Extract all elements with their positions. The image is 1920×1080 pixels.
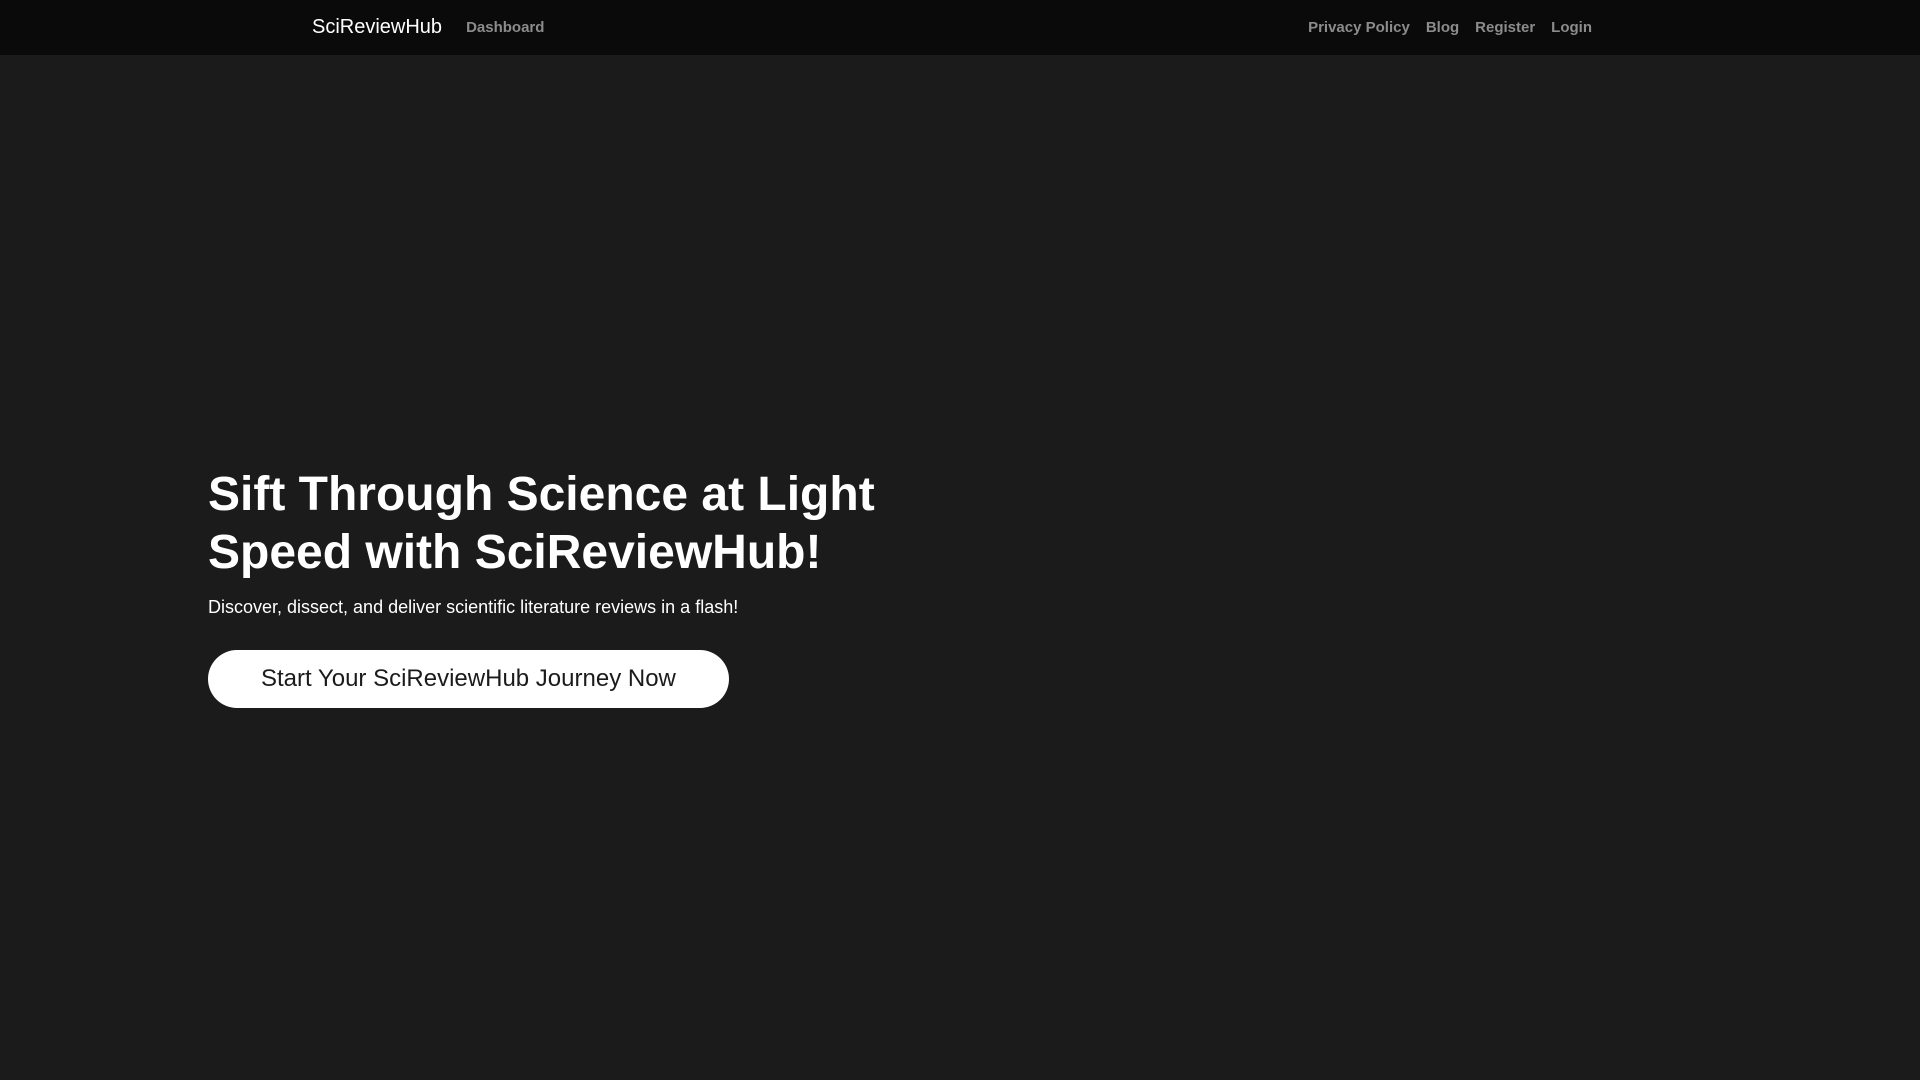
hero-subtitle: Discover, dissect, and deliver scientifi… — [208, 597, 739, 617]
nav-link-login[interactable]: Login — [1543, 19, 1600, 36]
nav-link-register[interactable]: Register — [1467, 19, 1543, 36]
navbar-container: SciReviewHub Dashboard Privacy Policy Bl… — [312, 0, 1600, 55]
nav-link-dashboard[interactable]: Dashboard — [458, 19, 552, 36]
brand-link[interactable]: SciReviewHub — [312, 16, 442, 39]
nav-link-privacy-policy[interactable]: Privacy Policy — [1300, 19, 1418, 36]
top-navbar: SciReviewHub Dashboard Privacy Policy Bl… — [0, 0, 1920, 55]
hero-title: Sift Through Science at Light Speed with… — [208, 468, 875, 579]
start-journey-button[interactable]: Start Your SciReviewHub Journey Now — [208, 650, 729, 708]
hero-section: Sift Through Science at Light Speed with… — [208, 466, 908, 708]
nav-link-blog[interactable]: Blog — [1418, 19, 1467, 36]
